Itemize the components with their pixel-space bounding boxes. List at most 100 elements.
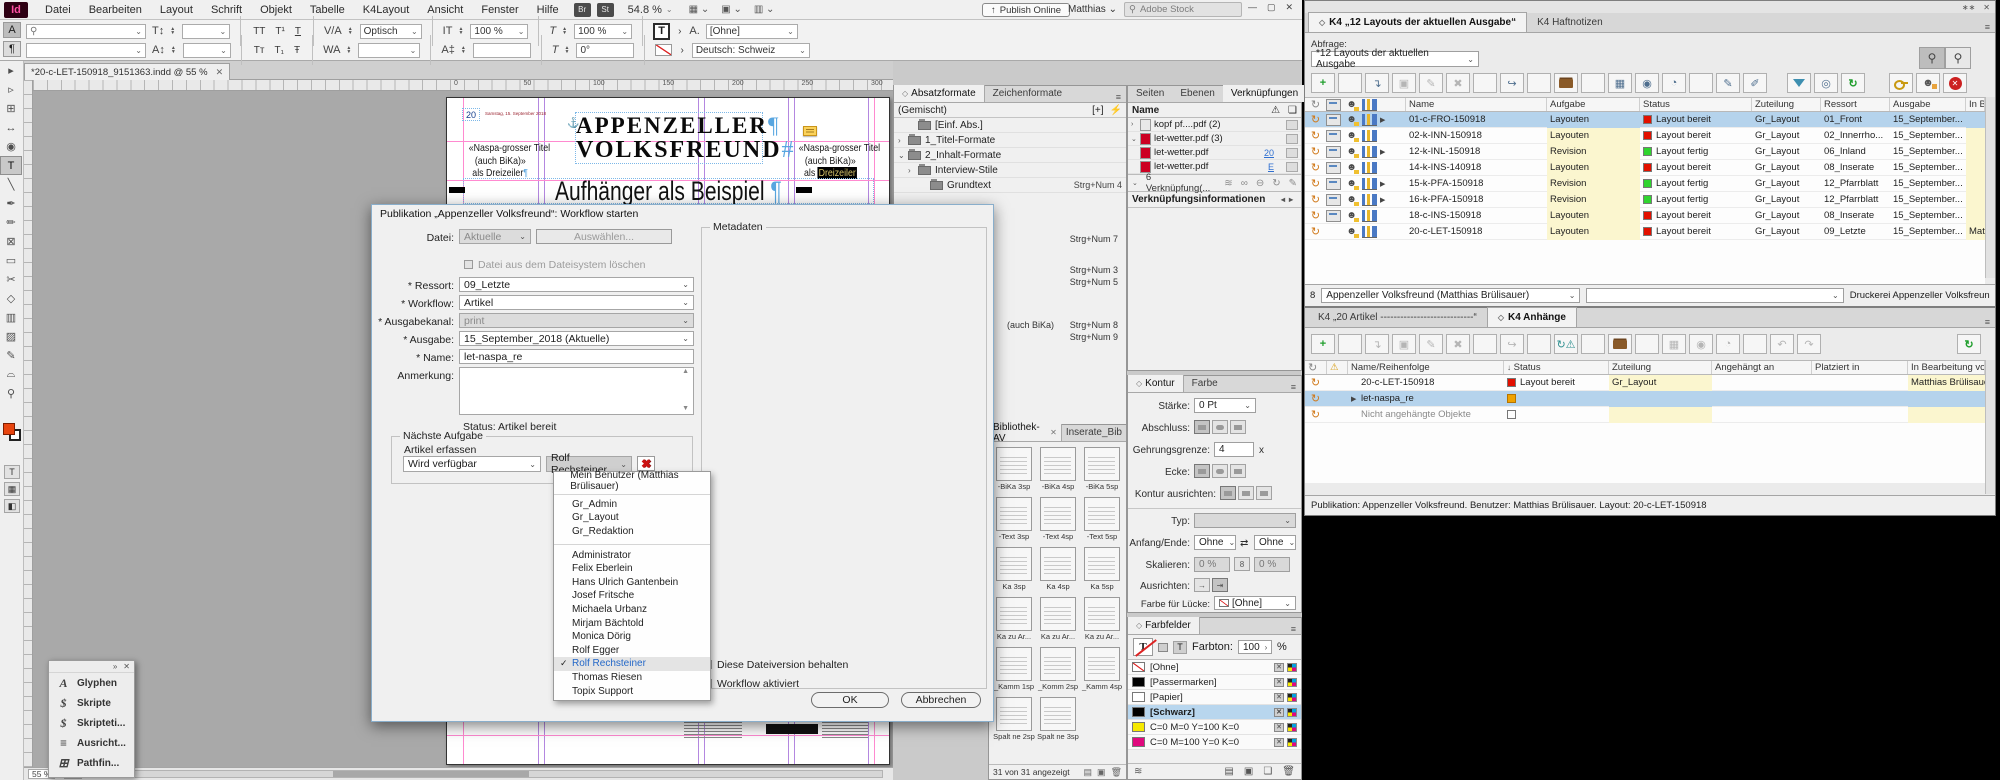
char-style-field[interactable]: [Ohne]⌄ <box>706 24 798 39</box>
library-item[interactable]: -BiKa 3sp <box>992 447 1036 497</box>
library-item[interactable]: Ka zu Ar... <box>992 597 1036 647</box>
tab-seiten[interactable]: Seiten <box>1128 85 1172 102</box>
leading-field[interactable]: ⌄ <box>183 43 231 58</box>
round-cap-icon[interactable] <box>1212 420 1228 434</box>
toolbar-icon[interactable]: ↪ <box>1500 334 1524 354</box>
swatch-row[interactable]: [Schwarz] ✕ <box>1128 705 1301 720</box>
prev-next-icons[interactable]: ◂▸ <box>1281 195 1297 204</box>
toolbar-icon[interactable]: ◔ <box>1716 334 1740 354</box>
tool-icon[interactable]: ◉ <box>0 137 22 156</box>
attachment-row[interactable]: ↻ 20-c-LET-150918 Layout bereit Gr_Layou… <box>1305 375 1985 391</box>
masthead-frame[interactable]: APPENZELLER¶ VOLKSFREUND# <box>575 112 763 164</box>
library-item[interactable]: Ka 5sp <box>1080 547 1124 597</box>
assignee-option[interactable]: Gr_Redaktion <box>554 525 710 539</box>
col-zuteilung[interactable]: Zuteilung <box>1752 98 1821 111</box>
link-scale-icon[interactable]: 8 <box>1234 557 1250 571</box>
relink-icon[interactable]: ∞ <box>1241 178 1248 189</box>
binoculars-icon[interactable]: ◎ <box>1814 73 1838 93</box>
goto-link-icon[interactable]: ⊖ <box>1256 178 1264 189</box>
clipboard-col-icon[interactable] <box>1326 99 1341 111</box>
remove-user-icon[interactable]: ✕ <box>1943 73 1967 93</box>
tool-icon[interactable]: ✏ <box>0 213 22 232</box>
toolbar-icon[interactable]: ◉ <box>1689 334 1713 354</box>
assignee-option[interactable]: Thomas Riesen <box>554 671 710 685</box>
magnifier-icon[interactable]: ⚲ <box>1945 47 1971 69</box>
baseline-shift-field[interactable] <box>473 43 531 58</box>
swatch-row[interactable]: [Ohne] ✕ <box>1128 660 1301 675</box>
style-item[interactable]: [Einf. Abs.] <box>894 118 1126 133</box>
toolbar-icon[interactable]: ◉ <box>1635 73 1659 93</box>
tool-icon[interactable]: ⊠ <box>0 232 22 251</box>
col-bearbeitung[interactable]: In Bearbeitung von <box>1908 361 1985 374</box>
menu-item[interactable]: Bearbeiten <box>80 2 151 18</box>
menu-item[interactable]: Objekt <box>251 2 301 18</box>
tab-inserate-bib[interactable]: Inserate_Bib <box>1062 424 1126 441</box>
gap-color-field[interactable]: [Ohne]⌄ <box>1214 596 1296 610</box>
assignee-option[interactable]: Felix Eberlein <box>554 562 710 576</box>
assignee-option[interactable]: Administrator <box>554 548 710 562</box>
toolbar-icon[interactable] <box>1635 334 1659 354</box>
checkout-col-icon[interactable]: ↻ <box>1308 99 1323 111</box>
font-size-field[interactable]: ⌄ <box>182 24 230 39</box>
layout-row[interactable]: ↻☻ 20-c-LET-150918 Layouten Layout berei… <box>1305 224 1985 240</box>
tab-k4-layouts[interactable]: ◇K4 „12 Layouts der aktuellen Ausgabe“ <box>1308 12 1527 32</box>
toolbar-icon[interactable] <box>1581 334 1605 354</box>
toolbar-icon[interactable]: ✐ <box>1743 73 1767 93</box>
library-item[interactable]: _Kamm 1sp <box>992 647 1036 697</box>
toolbar-icon[interactable]: + <box>1311 73 1335 93</box>
user-menu[interactable]: Matthias ⌄ <box>1068 4 1117 15</box>
black-ad-bar[interactable] <box>766 724 818 734</box>
col-platziert[interactable]: Platziert in <box>1812 361 1908 374</box>
panel-shortcut[interactable]: AGlyphen <box>49 673 134 693</box>
text-fill-proxy-icon[interactable]: T <box>1133 638 1153 656</box>
panel-shortcut[interactable]: ≡Ausricht... <box>49 733 134 753</box>
vertical-scrollbar[interactable] <box>1985 97 1995 278</box>
swatch-row[interactable]: [Papier] ✕ <box>1128 690 1301 705</box>
arrange-docs-icon[interactable]: ▥ ⌄ <box>754 4 775 15</box>
indesign-logo-icon[interactable]: Id <box>4 2 28 18</box>
create-style-icon[interactable]: [+] <box>1092 105 1103 116</box>
layout-row[interactable]: ↻☻ 02-k-INN-150918 Layouten Layout berei… <box>1305 128 1985 144</box>
layout-row[interactable]: ↻☻▶ 12-k-INL-150918 Revision Layout fert… <box>1305 144 1985 160</box>
fill-swatch[interactable] <box>3 423 15 435</box>
swatch-row[interactable]: [Passermarken] ✕ <box>1128 675 1301 690</box>
library-item[interactable]: Spalt ne 3sp <box>1036 697 1080 747</box>
miter-field[interactable]: 4 <box>1214 442 1254 457</box>
menu-item[interactable]: K4Layout <box>354 2 418 18</box>
toolbar-icon[interactable]: ✎ <box>1419 73 1443 93</box>
tool-icon[interactable]: ▸ <box>0 61 22 80</box>
vscale-field[interactable]: 100 %⌄ <box>470 24 528 39</box>
scale-end-field[interactable]: 0 % <box>1254 557 1290 572</box>
toolbar-icon[interactable] <box>1527 73 1551 93</box>
tab-farbe[interactable]: Farbe <box>1184 375 1226 392</box>
assignee-option[interactable]: Josef Fritsche <box>554 589 710 603</box>
library-item[interactable]: -BiKa 5sp <box>1080 447 1124 497</box>
layout-row[interactable]: ↻☻▶ 15-k-PFA-150918 Revision Layout fert… <box>1305 176 1985 192</box>
panel-menu-icon[interactable]: ≡ <box>1286 624 1301 634</box>
link-page-number[interactable]: E <box>1268 162 1280 172</box>
toolbar-icon[interactable]: ◔ <box>1662 73 1686 93</box>
col-name[interactable]: Name <box>1406 98 1547 111</box>
swatch-row[interactable]: C=0 M=100 Y=0 K=0 ✕ <box>1128 735 1301 750</box>
panel-shortcut[interactable]: ⊞Pathfin... <box>49 753 134 773</box>
style-item[interactable]: ⌄2_Inhalt-Formate <box>894 148 1126 163</box>
headline-frame[interactable]: Aufhänger als Beispiel ¶ <box>463 178 874 204</box>
close-button[interactable]: ✕ <box>1286 2 1294 13</box>
assignee-option[interactable]: ✓Rolf Rechsteiner <box>554 657 710 671</box>
align-center-icon[interactable] <box>1220 486 1236 500</box>
assignee-option[interactable]: Topix Support <box>554 684 710 698</box>
toolbar-icon[interactable]: ↴ <box>1365 334 1389 354</box>
close-icon[interactable]: ✕ <box>123 662 130 671</box>
bevel-join-icon[interactable] <box>1230 464 1246 478</box>
tab-bibliothek-av[interactable]: Bibliothek-AV✕ <box>989 424 1062 441</box>
new-item-icon[interactable]: ▣ <box>1097 767 1106 778</box>
toolbar-icon[interactable]: ✖ <box>1446 73 1470 93</box>
left-title-note[interactable]: «Naspa-grosser Titel (auch BiKa)» als Dr… <box>461 142 539 180</box>
ausgabe-dropdown[interactable]: 15_September_2018 (Aktuelle)⌄ <box>459 331 694 346</box>
end-field[interactable]: Ohne⌄ <box>1254 535 1296 550</box>
toolbar-icon[interactable]: ✎ <box>1419 334 1443 354</box>
menu-item[interactable]: Tabelle <box>301 2 354 18</box>
ausgabekanal-dropdown[interactable]: print⌄ <box>459 313 694 328</box>
adobe-stock-search[interactable]: ⚲Adobe Stock <box>1124 2 1242 17</box>
cancel-button[interactable]: Abbrechen <box>901 692 981 708</box>
